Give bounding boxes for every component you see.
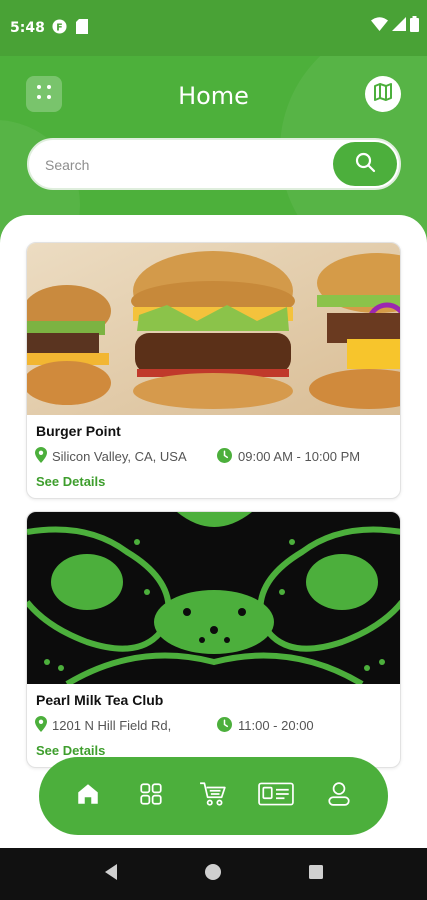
- app-header: Home: [0, 56, 427, 134]
- map-button[interactable]: [365, 76, 401, 112]
- location-pin-icon: [35, 447, 47, 466]
- battery-icon: [410, 16, 419, 36]
- hours-text: 11:00 - 20:00: [238, 718, 314, 733]
- location-pin-icon: [35, 716, 47, 735]
- see-details-link[interactable]: See Details: [36, 743, 392, 758]
- map-icon: [373, 82, 393, 107]
- home-icon: [75, 781, 101, 812]
- membership-card-icon: [258, 781, 294, 812]
- search-bar: [27, 138, 401, 190]
- sd-card-icon: [76, 19, 88, 38]
- location-text: 1201 N Hill Field Rd,: [52, 718, 172, 733]
- back-icon[interactable]: [103, 863, 119, 886]
- restaurant-location: 1201 N Hill Field Rd,: [35, 716, 217, 735]
- recents-icon[interactable]: [308, 864, 324, 885]
- restaurant-card[interactable]: Burger Point Silicon Valley, CA, USA 09:…: [26, 242, 401, 499]
- search-input[interactable]: [45, 153, 325, 177]
- restaurant-name: Pearl Milk Tea Club: [36, 692, 164, 708]
- restaurant-name: Burger Point: [36, 423, 121, 439]
- nav-membership[interactable]: [256, 776, 296, 816]
- clock-icon: [217, 447, 232, 466]
- home-system-icon[interactable]: [204, 863, 222, 886]
- profile-icon: [327, 781, 351, 812]
- nav-categories[interactable]: [131, 776, 171, 816]
- page-title: Home: [178, 82, 249, 110]
- search-button[interactable]: [333, 142, 397, 186]
- restaurant-image: [27, 512, 400, 684]
- clock-icon: [217, 716, 232, 735]
- hours-text: 09:00 AM - 10:00 PM: [238, 449, 361, 464]
- svg-text:F: F: [56, 22, 62, 33]
- status-time: 5:48: [10, 20, 45, 36]
- restaurant-image: [27, 243, 400, 415]
- restaurant-hours: 09:00 AM - 10:00 PM: [217, 447, 361, 466]
- location-text: Silicon Valley, CA, USA: [52, 449, 187, 464]
- status-right: [371, 16, 419, 36]
- bottom-navigation: [39, 757, 388, 835]
- restaurant-card[interactable]: Pearl Milk Tea Club 1201 N Hill Field Rd…: [26, 511, 401, 768]
- system-navigation-bar: [0, 848, 427, 900]
- nav-cart[interactable]: [193, 776, 233, 816]
- restaurant-meta: Silicon Valley, CA, USA 09:00 AM - 10:00…: [35, 447, 392, 466]
- see-details-link[interactable]: See Details: [36, 474, 392, 489]
- app-screen: 5:48 F Home Search Burger Point Silicon …: [0, 0, 427, 900]
- search-icon: [354, 151, 376, 178]
- cart-icon: [199, 781, 227, 812]
- restaurant-list: Burger Point Silicon Valley, CA, USA 09:…: [0, 215, 427, 848]
- categories-icon: [138, 781, 164, 812]
- wifi-icon: [371, 17, 388, 35]
- signal-icon: [392, 17, 406, 35]
- status-bar: 5:48 F: [0, 0, 427, 56]
- nav-home[interactable]: [68, 776, 108, 816]
- restaurant-location: Silicon Valley, CA, USA: [35, 447, 217, 466]
- restaurant-meta: 1201 N Hill Field Rd, 11:00 - 20:00: [35, 716, 392, 735]
- app-notification-icon: F: [52, 19, 67, 38]
- nav-profile[interactable]: [319, 776, 359, 816]
- restaurant-hours: 11:00 - 20:00: [217, 716, 314, 735]
